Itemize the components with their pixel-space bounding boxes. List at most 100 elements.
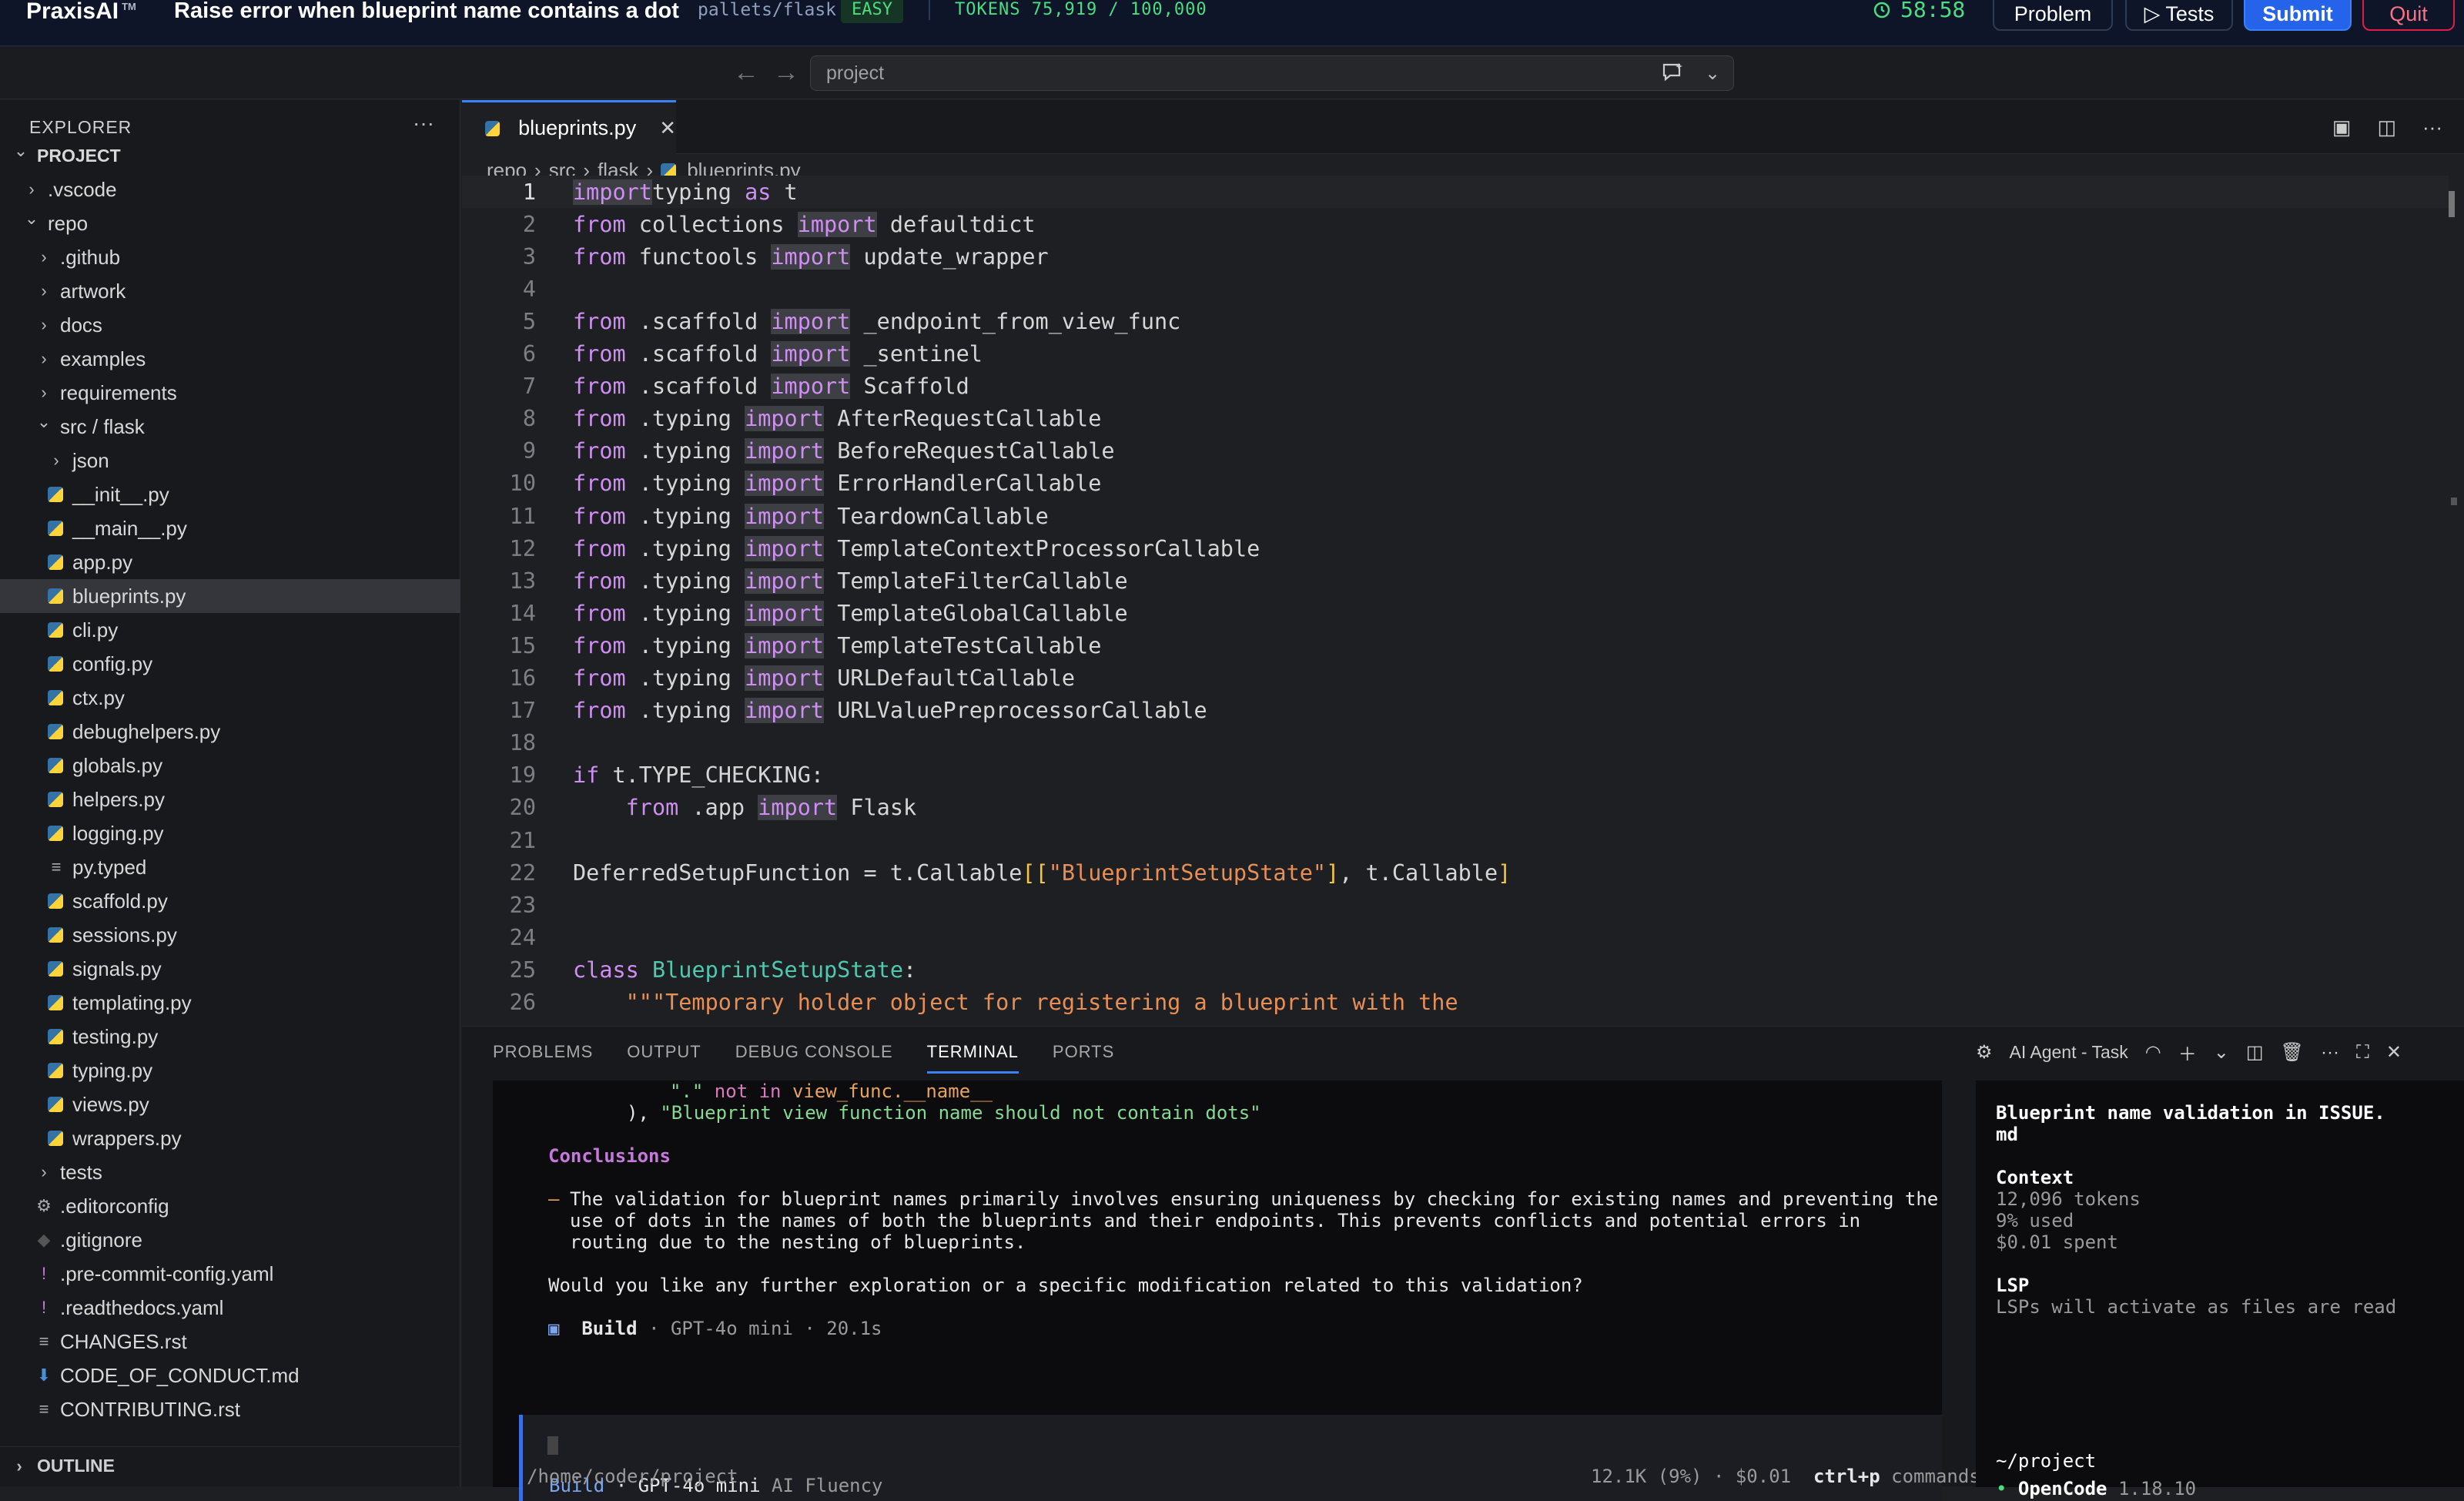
line-number: 8 <box>522 406 536 432</box>
maximize-icon[interactable]: ⛶ <box>2356 1042 2369 1064</box>
tree-item[interactable]: ! .readthedocs.yaml <box>0 1291 460 1325</box>
code-line: 9 from .typing import BeforeRequestCallab… <box>462 435 2449 467</box>
more-actions-icon[interactable]: ··· <box>2422 116 2442 139</box>
tree-item[interactable]: › tests <box>0 1155 460 1189</box>
tree-item[interactable]: › docs <box>0 308 460 342</box>
terminal[interactable]: "." not in view_func.__name__ ), "Bluepr… <box>493 1081 1980 1501</box>
tree-item[interactable]: ≡ CONTRIBUTING.rst <box>0 1392 460 1426</box>
more-actions-icon[interactable]: ··· <box>2321 1042 2339 1064</box>
tab-output[interactable]: OUTPUT <box>627 1042 701 1074</box>
tree-item[interactable]: testing.py <box>0 1020 460 1054</box>
tree-item[interactable]: ! .pre-commit-config.yaml <box>0 1257 460 1291</box>
tab-problems[interactable]: PROBLEMS <box>493 1042 593 1074</box>
problem-button[interactable]: Problem <box>1993 0 2113 31</box>
tree-item-label: artwork <box>60 279 126 303</box>
tree-item-label: cli.py <box>72 618 119 642</box>
terminal-name[interactable]: AI Agent - Task <box>2010 1042 2128 1063</box>
tree-item[interactable]: sessions.py <box>0 918 460 952</box>
outline-section[interactable]: › OUTLINE <box>0 1446 460 1485</box>
editor-area: blueprints.py ✕ ▣ ◫ ··· repo › src › fla… <box>462 100 2464 1024</box>
close-icon[interactable]: ✕ <box>2386 1041 2402 1064</box>
tree-item[interactable]: debughelpers.py <box>0 715 460 749</box>
tree-item[interactable]: views.py <box>0 1087 460 1121</box>
command-center-actions: ⌄ <box>1662 62 1720 88</box>
tree-item[interactable]: ⌄ src / flask <box>0 410 460 444</box>
tree-item[interactable]: ctx.py <box>0 681 460 715</box>
tree-item[interactable]: › .github <box>0 240 460 274</box>
chat-icon[interactable] <box>1662 62 1685 88</box>
code-line: 11 from .typing import TeardownCallable <box>462 500 2449 532</box>
python-file-icon <box>48 521 63 536</box>
tree-item[interactable]: blueprints.py <box>0 579 460 613</box>
quit-button[interactable]: Quit <box>2362 0 2455 31</box>
tests-button[interactable]: ▷ Tests <box>2125 0 2233 31</box>
submit-button[interactable]: Submit <box>2244 0 2352 31</box>
code-line: 3 from functools import update_wrapper <box>462 240 2449 273</box>
tree-item[interactable]: › .vscode <box>0 173 460 206</box>
tree-item[interactable]: › json <box>0 444 460 477</box>
forward-arrow-icon[interactable]: → <box>773 58 799 88</box>
code-text: from .scaffold import Scaffold <box>573 374 969 400</box>
tree-item[interactable]: app.py <box>0 545 460 579</box>
tree-item[interactable]: helpers.py <box>0 782 460 816</box>
chevron-right-icon: › <box>16 1456 22 1476</box>
context-label: Context <box>1996 1167 2074 1188</box>
close-icon[interactable]: ✕ <box>659 116 676 140</box>
tree-item[interactable]: globals.py <box>0 749 460 782</box>
tree-item-label: docs <box>60 313 102 337</box>
tree-item[interactable]: __main__.py <box>0 511 460 545</box>
session-title: Blueprint name validation in ISSUE. <box>1996 1102 2385 1124</box>
scrollbar-thumb[interactable] <box>2449 191 2455 217</box>
code-text: from functools import update_wrapper <box>573 243 1049 270</box>
tree-item[interactable]: typing.py <box>0 1054 460 1087</box>
tree-item[interactable]: signals.py <box>0 952 460 986</box>
trash-icon[interactable]: 🗑 <box>2281 1041 2304 1064</box>
python-file-icon <box>48 487 63 502</box>
tree-item[interactable]: › artwork <box>0 274 460 308</box>
add-terminal-icon[interactable]: ＋ <box>2178 1039 2197 1066</box>
split-editor-icon[interactable]: ◫ <box>2377 116 2396 139</box>
tree-item[interactable]: cli.py <box>0 613 460 647</box>
tree-item[interactable]: ⌄ PROJECT <box>0 139 460 173</box>
tree-item[interactable]: › examples <box>0 342 460 376</box>
tree-item-label: views.py <box>72 1092 149 1116</box>
back-arrow-icon[interactable]: ← <box>733 58 759 88</box>
task-title: Raise error when blueprint name contains… <box>174 0 679 23</box>
tree-item[interactable]: ⌄ repo <box>0 206 460 240</box>
code-line: 26 """Temporary holder object for regist… <box>462 987 2449 1019</box>
tree-item[interactable]: templating.py <box>0 986 460 1020</box>
command-center-search[interactable]: project <box>810 55 1734 91</box>
code-line: 16 from .typing import URLDefaultCallable <box>462 662 2449 695</box>
terminal-text-line: The validation for blueprint names prima… <box>570 1188 1939 1210</box>
tree-item[interactable]: config.py <box>0 647 460 681</box>
tree-item[interactable]: ≡ py.typed <box>0 850 460 884</box>
tab-terminal[interactable]: TERMINAL <box>926 1042 1019 1074</box>
tab-debug-console[interactable]: DEBUG CONSOLE <box>735 1042 893 1074</box>
code-text: from .typing import URLValuePreprocessor… <box>573 698 1207 724</box>
tree-item[interactable]: scaffold.py <box>0 884 460 918</box>
terminal-text-line: routing due to the nesting of blueprints… <box>570 1231 1026 1253</box>
tree-item[interactable]: __init__.py <box>0 477 460 511</box>
code-line: 17 from .typing import URLValuePreprocess… <box>462 695 2449 727</box>
chevron-down-icon[interactable]: ⌄ <box>1705 62 1720 88</box>
code-line: 23 <box>462 889 2449 921</box>
tab-ports[interactable]: PORTS <box>1053 1042 1114 1074</box>
code-editor[interactable]: 1 importtyping as t 2 from collections impo… <box>462 176 2449 1024</box>
tree-item-label: wrappers.py <box>72 1126 182 1150</box>
tree-item[interactable]: ≡ CHANGES.rst <box>0 1325 460 1359</box>
tab-label: blueprints.py <box>518 116 637 139</box>
tree-item[interactable]: › requirements <box>0 376 460 410</box>
tab-blueprints-py[interactable]: blueprints.py ✕ <box>462 100 676 154</box>
agent-prompt-input[interactable]: Build · GPT-4o mini AI Fluency <box>519 1415 1942 1501</box>
split-terminal-icon[interactable]: ◫ <box>2246 1041 2264 1064</box>
tree-item[interactable]: ⚙ .editorconfig <box>0 1189 460 1223</box>
toggle-panel-icon[interactable]: ▣ <box>2332 116 2352 139</box>
tree-item[interactable]: wrappers.py <box>0 1121 460 1155</box>
line-number: 18 <box>509 730 536 756</box>
tree-item-label: src / flask <box>60 414 145 438</box>
chevron-down-icon[interactable]: ⌄ <box>2214 1041 2229 1064</box>
tree-item[interactable]: ◆ .gitignore <box>0 1223 460 1257</box>
tree-item[interactable]: logging.py <box>0 816 460 850</box>
more-actions-icon[interactable]: ··· <box>413 111 434 136</box>
tree-item[interactable]: ⬇ CODE_OF_CONDUCT.md <box>0 1359 460 1392</box>
